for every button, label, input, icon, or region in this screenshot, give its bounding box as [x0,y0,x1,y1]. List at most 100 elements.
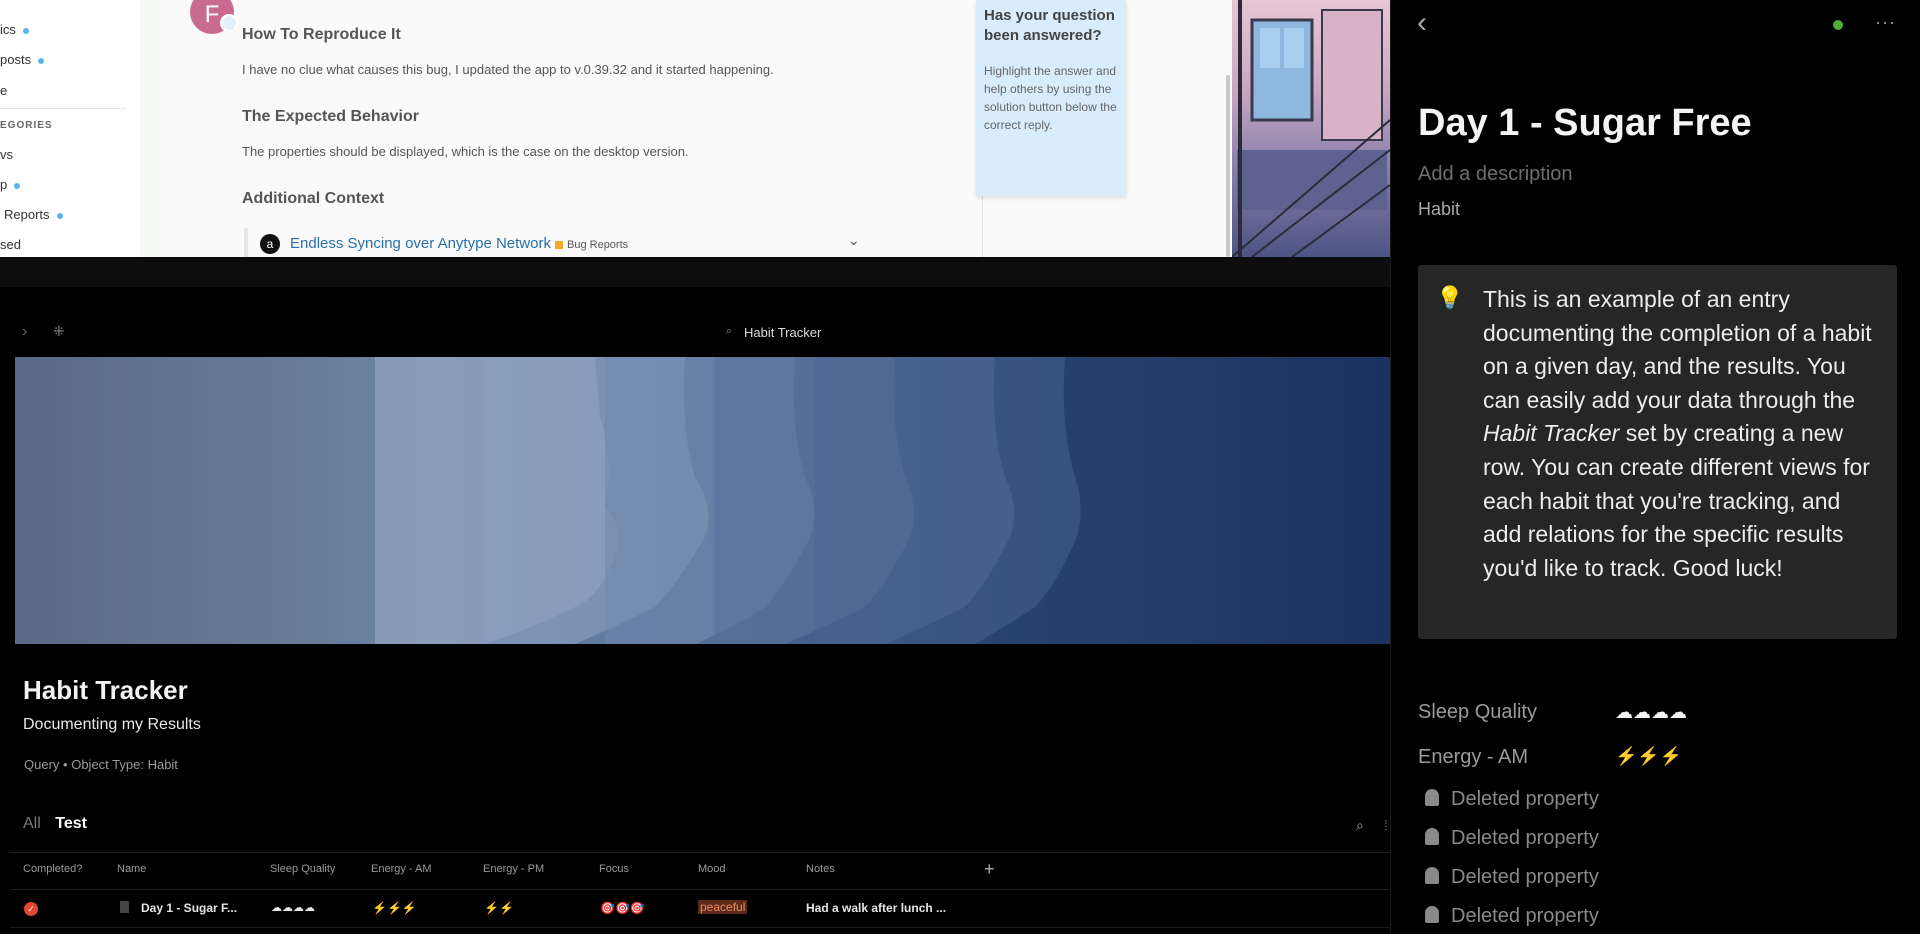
callout-text[interactable]: This is an example of an entry documenti… [1483,283,1883,585]
unread-dot-icon [22,27,29,34]
column-header-mood[interactable]: Mood [698,863,726,875]
table-row-divider [10,927,1390,928]
sidebar-item-bug-reports[interactable]: Reports [4,207,63,222]
column-header-notes[interactable]: Notes [806,863,835,875]
column-header-energy-am[interactable]: Energy - AM [371,863,432,875]
view-tabs: All Test [23,815,97,833]
sidebar-toggle-icon[interactable]: › [22,323,27,341]
chevron-down-icon[interactable]: ⌄ [848,232,860,249]
set-meta: Query • Object Type: Habit [24,757,178,772]
relation-value-sleep-quality[interactable]: ☁☁☁☁ [1615,702,1687,723]
forum-scrollbar-thumb[interactable] [1226,75,1230,257]
set-description[interactable]: Documenting my Results [23,716,201,734]
ghost-icon [1425,828,1439,845]
column-header-energy-pm[interactable]: Energy - PM [483,863,544,875]
cell-energy-am[interactable]: ⚡⚡⚡ [372,901,417,915]
sidebar-item-posts[interactable]: posts [0,52,45,67]
cell-focus[interactable]: 🎯🎯🎯 [600,901,645,915]
callout-block[interactable]: 💡 This is an example of an entry documen… [1418,265,1897,639]
heading-expected-behavior: The Expected Behavior [242,108,419,125]
sidebar-item-label: Reports [4,207,50,222]
heading-additional-context: Additional Context [242,190,385,207]
cell-notes[interactable]: Had a walk after lunch ... [806,901,946,915]
category-tag[interactable]: Bug Reports [555,239,628,251]
sidebar-item-news[interactable]: vs [0,147,13,162]
forum-gutter [140,0,160,257]
column-header-name[interactable]: Name [117,863,146,875]
object-type-label[interactable]: Habit [1418,199,1460,220]
tab-all[interactable]: All [23,815,41,832]
column-header-focus[interactable]: Focus [599,863,629,875]
linked-topic-onebox[interactable]: a Endless Syncing over Anytype Network B… [244,228,878,257]
page-icon [120,901,129,913]
unread-dot-icon [14,182,21,189]
object-side-panel: ‹ ··· Day 1 - Sugar Free Add a descripti… [1390,0,1920,934]
callout-text-italic: Habit Tracker [1483,420,1620,447]
sync-status-icon[interactable] [1833,20,1843,30]
flair-badge-icon [220,14,238,32]
tab-test[interactable]: Test [55,815,87,832]
back-arrow-icon[interactable]: ‹ [1417,6,1427,40]
sidebar-section-categories: EGORIES [0,120,53,131]
deleted-property[interactable]: Deleted property [1425,788,1599,811]
deleted-property[interactable]: Deleted property [1425,905,1599,928]
sidebar-item-label: sed [0,237,21,252]
cover-image[interactable] [15,357,1390,644]
cell-energy-pm[interactable]: ⚡⚡ [484,901,514,915]
solution-callout: Has your question been answered? Highlig… [976,0,1126,196]
forum-sidebar: ics posts e EGORIES vs p Reports sed [0,0,140,257]
view-options-icon[interactable]: ⁞ [1384,817,1388,833]
ghost-icon [1425,789,1439,806]
unread-dot-icon [56,212,63,219]
anytype-set-view: › ⁜ ⌕ Habit Tracker Habit Tracker Docume… [0,287,1390,934]
deleted-property[interactable]: Deleted property [1425,866,1599,889]
desktop-wallpaper [1232,0,1390,257]
column-header-sleep-quality[interactable]: Sleep Quality [270,863,335,875]
sidebar-item-label: posts [0,52,32,67]
ghost-icon [1425,906,1439,923]
set-title[interactable]: Habit Tracker [23,675,188,706]
linked-topic-link[interactable]: Endless Syncing over Anytype Network [290,235,551,252]
solution-callout-body: Highlight the answer and help others by … [984,64,1117,132]
graph-icon[interactable]: ⁜ [53,323,65,340]
search-icon[interactable]: ⌕ [726,325,732,338]
sidebar-item-label: e [0,83,8,98]
window-frame [1238,0,1242,257]
topbar-object-title[interactable]: Habit Tracker [744,325,821,340]
deleted-property-label: Deleted property [1451,866,1599,888]
sidebar-item-help[interactable]: p [0,177,21,192]
cell-sleep-quality[interactable]: ☁☁☁☁ [271,901,315,914]
sidebar-divider [0,108,126,109]
text-how-to-reproduce: I have no clue what causes this bug, I u… [242,62,774,77]
meta-object-type[interactable]: Object Type: Habit [71,757,178,772]
more-options-icon[interactable]: ··· [1875,12,1896,33]
window-title-strip [0,257,1390,287]
relation-label-energy-am[interactable]: Energy - AM [1418,746,1528,769]
relation-value-energy-am[interactable]: ⚡⚡⚡ [1615,746,1682,767]
add-column-button[interactable]: + [984,859,995,880]
heading-how-to-reproduce: How To Reproduce It [242,26,401,43]
cell-name[interactable]: Day 1 - Sugar F... [141,901,237,915]
deleted-property[interactable]: Deleted property [1425,827,1599,850]
unread-dot-icon [38,57,45,64]
lightbulb-icon[interactable]: 💡 [1436,285,1463,311]
column-header-completed[interactable]: Completed? [23,863,82,875]
deleted-property-label: Deleted property [1451,788,1599,810]
checkbox-checked-icon[interactable]: ✓ [24,902,38,916]
meta-separator: • [63,757,68,772]
description-field[interactable]: Add a description [1418,163,1573,186]
sidebar-item-topics[interactable]: ics [0,22,29,37]
cell-mood-tag[interactable]: peaceful [698,900,748,914]
ghost-icon [1425,867,1439,884]
anytype-logo-icon: a [260,234,280,254]
sidebar-item-label: ics [0,22,16,37]
text-expected-behavior: The properties should be displayed, whic… [242,144,689,159]
table-header-divider [10,889,1390,890]
object-title[interactable]: Day 1 - Sugar Free [1418,102,1752,145]
relation-label-sleep-quality[interactable]: Sleep Quality [1418,701,1537,724]
sidebar-item-more[interactable]: e [0,83,7,98]
meta-query[interactable]: Query [24,757,59,772]
sidebar-item-closed[interactable]: sed [0,237,21,252]
callout-text-part-1: This is an example of an entry documenti… [1483,286,1872,413]
search-icon[interactable]: ⌕ [1356,817,1364,834]
